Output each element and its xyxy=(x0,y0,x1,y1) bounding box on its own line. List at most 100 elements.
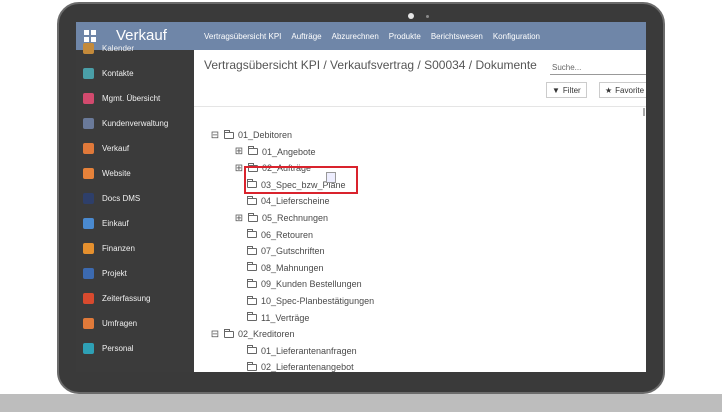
tree-node[interactable]: 01_Lieferantenanfragen xyxy=(247,344,357,358)
folder-icon xyxy=(247,312,257,322)
menu-item-abzurechnen[interactable]: Abzurechnen xyxy=(332,32,379,41)
documents-icon xyxy=(83,192,94,204)
tree-node-label: 08_Mahnungen xyxy=(261,262,324,273)
tree-node-label: 06_Retouren xyxy=(261,229,314,240)
highlight-box xyxy=(244,166,358,194)
menu-item-berichtswesen[interactable]: Berichtswesen xyxy=(431,32,483,41)
sales-icon xyxy=(83,142,94,154)
tree-node-label: 07_Gutschriften xyxy=(261,246,325,257)
expand-icon[interactable]: ⊞ xyxy=(234,213,244,223)
sidebar-item-label: Umfragen xyxy=(102,318,138,328)
sidebar-item-personal[interactable]: Personal xyxy=(76,338,194,358)
folder-icon xyxy=(247,361,257,371)
expand-icon[interactable]: ⊞ xyxy=(234,147,244,157)
star-icon: ★ xyxy=(605,85,613,95)
sidebar-item-projekt[interactable]: Projekt xyxy=(76,263,194,283)
tree-node[interactable]: 09_Kunden Bestellungen xyxy=(247,277,362,291)
drag-cursor-icon xyxy=(326,172,336,183)
favorites-label: Favorite xyxy=(615,85,645,95)
collapse-icon[interactable]: ⊟ xyxy=(210,130,220,140)
filter-icon: ▼ xyxy=(552,85,560,95)
folder-icon xyxy=(224,328,234,338)
sidebar-item-label: Finanzen xyxy=(102,243,135,253)
folder-icon xyxy=(247,195,257,205)
folder-icon xyxy=(247,345,257,355)
sidebar-item-umfragen[interactable]: Umfragen xyxy=(76,313,194,333)
website-icon xyxy=(83,167,94,179)
tree-node-label: 05_Rechnungen xyxy=(262,213,329,223)
sidebar-item-zeiterfassung[interactable]: Zeiterfassung xyxy=(76,288,194,308)
menu-item-auftraege[interactable]: Aufträge xyxy=(291,32,321,41)
tree-node[interactable]: 10_Spec-Planbestätigungen xyxy=(247,294,374,308)
tree-node[interactable]: 07_Gutschriften xyxy=(247,244,325,258)
sidebar-item-label: Verkauf xyxy=(102,143,130,153)
tree-node-label: 01_Debitoren xyxy=(238,130,293,140)
tree-node[interactable]: ⊟ 01_Debitoren xyxy=(210,128,292,142)
search-placeholder: Suche... xyxy=(552,63,582,72)
search-input[interactable]: Suche... xyxy=(550,60,646,75)
calendar-icon xyxy=(83,42,94,54)
tree-node-label: 01_Lieferantenanfragen xyxy=(261,345,357,356)
sidebar-item-einkauf[interactable]: Einkauf xyxy=(76,213,194,233)
sidebar-item-mgmt-bersicht[interactable]: Mgmt. Übersicht xyxy=(76,88,194,108)
tree-node-label: 11_Verträge xyxy=(261,312,310,323)
tree-node[interactable]: ⊞ 01_Angebote xyxy=(234,145,316,159)
sidebar-item-kundenverwaltung[interactable]: Kundenverwaltung xyxy=(76,113,194,133)
sidebar-item-kontakte[interactable]: Kontakte xyxy=(76,63,194,83)
collapse-icon[interactable]: ⊟ xyxy=(210,329,220,339)
sidebar-item-docs-dms[interactable]: Docs DMS xyxy=(76,188,194,208)
camera-icon xyxy=(408,13,414,19)
tree-node[interactable]: 02_Lieferantenangebot xyxy=(247,360,354,372)
contacts-icon xyxy=(83,67,94,79)
folder-icon xyxy=(247,295,257,305)
tree-node[interactable]: 08_Mahnungen xyxy=(247,261,324,275)
scrollbar[interactable] xyxy=(643,108,645,116)
project-icon xyxy=(83,267,94,279)
divider xyxy=(194,106,646,107)
sidebar-item-label: Zeiterfassung xyxy=(102,293,151,303)
expand-icon[interactable]: ⊞ xyxy=(234,163,244,173)
filter-button[interactable]: ▼ Filter xyxy=(546,82,587,98)
menu-item-konfiguration[interactable]: Konfiguration xyxy=(493,32,540,41)
tree-node-label: 02_Kreditoren xyxy=(238,329,295,340)
sidebar-item-kalender[interactable]: Kalender xyxy=(76,38,194,58)
main-content: Vertragsübersicht KPI / Verkaufsvertrag … xyxy=(194,50,646,372)
sidebar-item-finanzen[interactable]: Finanzen xyxy=(76,238,194,258)
sidebar-item-label: Kundenverwaltung xyxy=(102,118,169,128)
folder-icon xyxy=(248,146,258,156)
folder-icon xyxy=(248,212,258,222)
dashboard-icon xyxy=(83,92,94,104)
tree-node[interactable]: ⊞ 05_Rechnungen xyxy=(234,211,328,225)
tree-node[interactable]: 04_Lieferscheine xyxy=(247,194,330,208)
folder-icon xyxy=(247,245,257,255)
tree-node[interactable]: 11_Verträge xyxy=(247,311,309,325)
sidebar-item-label: Kalender xyxy=(102,43,135,53)
sidebar-item-label: Docs DMS xyxy=(102,193,141,203)
sidebar-item-website[interactable]: Website xyxy=(76,163,194,183)
sidebar-item-label: Projekt xyxy=(102,268,127,278)
tree-node-label: 02_Lieferantenangebot xyxy=(261,362,354,372)
sidebar-item-label: Einkauf xyxy=(102,218,129,228)
breadcrumb[interactable]: Vertragsübersicht KPI / Verkaufsvertrag … xyxy=(204,58,537,72)
sidebar-item-verkauf[interactable]: Verkauf xyxy=(76,138,194,158)
tree-node[interactable]: ⊟ 02_Kreditoren xyxy=(210,327,295,341)
desk-surface xyxy=(0,394,722,412)
app-screen: Verkauf Vertragsübersicht KPI Aufträge A… xyxy=(76,22,646,372)
favorites-button[interactable]: ★ Favorite xyxy=(599,82,646,98)
crm-icon xyxy=(83,117,94,129)
sidebar: Kalender Kontakte Mgmt. Übersicht Kundenver… xyxy=(76,42,194,372)
top-menu: Vertragsübersicht KPI Aufträge Abzurechn… xyxy=(204,22,550,50)
tree-node-label: 10_Spec-Planbestätigungen xyxy=(261,296,375,306)
tree-node-label: 09_Kunden Bestellungen xyxy=(261,279,362,290)
folder-icon xyxy=(224,129,234,139)
sidebar-item-label: Kontakte xyxy=(102,68,134,78)
tree-node-label: 01_Angebote xyxy=(262,146,316,157)
menu-item-produkte[interactable]: Produkte xyxy=(389,32,421,41)
sidebar-item-label: Website xyxy=(102,168,131,178)
folder-icon xyxy=(247,278,257,288)
sensor-dot xyxy=(426,15,429,18)
sidebar-item-label: Personal xyxy=(102,343,134,353)
menu-item-kpi[interactable]: Vertragsübersicht KPI xyxy=(204,32,281,41)
tree-node[interactable]: 06_Retouren xyxy=(247,228,313,242)
survey-icon xyxy=(83,317,94,329)
